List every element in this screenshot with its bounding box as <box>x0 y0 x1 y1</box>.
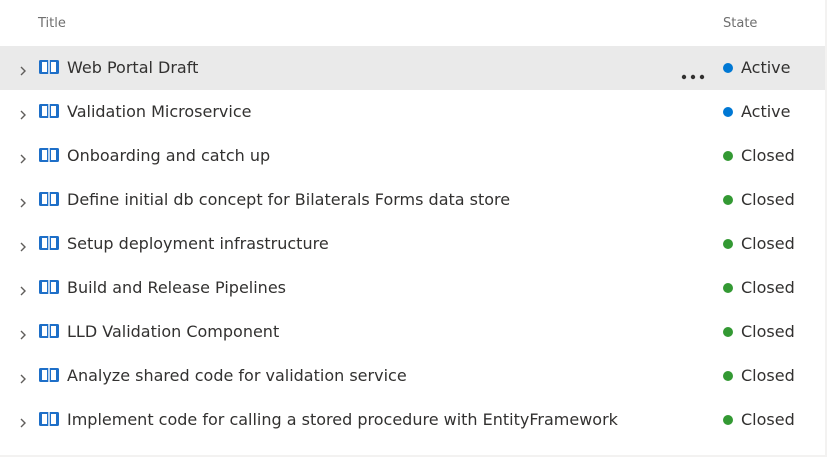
work-item-state: Closed <box>741 366 795 385</box>
status-dot-icon <box>723 151 733 161</box>
book-icon <box>38 410 60 428</box>
work-item-state: Active <box>741 102 791 121</box>
column-header-title[interactable]: Title <box>38 16 66 31</box>
more-options-icon[interactable] <box>681 65 705 80</box>
book-icon <box>38 234 60 252</box>
chevron-right-icon[interactable] <box>18 106 28 120</box>
book-icon <box>38 102 60 120</box>
book-icon <box>38 322 60 340</box>
book-icon <box>38 58 60 76</box>
work-item-title[interactable]: Web Portal Draft <box>67 58 198 77</box>
status-dot-icon <box>723 327 733 337</box>
chevron-right-icon[interactable] <box>18 62 28 76</box>
work-item-row[interactable]: Define initial db concept for Bilaterals… <box>0 178 825 222</box>
book-icon <box>38 146 60 164</box>
status-dot-icon <box>723 283 733 293</box>
work-item-title[interactable]: Onboarding and catch up <box>67 146 270 165</box>
chevron-right-icon[interactable] <box>18 326 28 340</box>
status-dot-icon <box>723 195 733 205</box>
work-item-row[interactable]: Implement code for calling a stored proc… <box>0 398 825 442</box>
status-dot-icon <box>723 415 733 425</box>
work-item-state: Closed <box>741 190 795 209</box>
work-item-row[interactable]: Web Portal Draft Active <box>0 46 825 90</box>
work-item-state: Closed <box>741 322 795 341</box>
chevron-right-icon[interactable] <box>18 194 28 208</box>
work-item-title[interactable]: LLD Validation Component <box>67 322 279 341</box>
work-item-state: Closed <box>741 278 795 297</box>
work-item-state: Active <box>741 58 791 77</box>
work-item-row[interactable]: Onboarding and catch up Closed <box>0 134 825 178</box>
work-item-row[interactable]: Build and Release Pipelines Closed <box>0 266 825 310</box>
list-header: Title State <box>0 0 825 46</box>
work-item-row[interactable]: LLD Validation Component Closed <box>0 310 825 354</box>
status-dot-icon <box>723 371 733 381</box>
book-icon <box>38 278 60 296</box>
status-dot-icon <box>723 107 733 117</box>
column-header-state[interactable]: State <box>723 16 757 31</box>
chevron-right-icon[interactable] <box>18 370 28 384</box>
work-item-title[interactable]: Setup deployment infrastructure <box>67 234 329 253</box>
work-item-row[interactable]: Validation Microservice Active <box>0 90 825 134</box>
book-icon <box>38 190 60 208</box>
work-item-row[interactable]: Setup deployment infrastructure Closed <box>0 222 825 266</box>
status-dot-icon <box>723 63 733 73</box>
work-item-title[interactable]: Implement code for calling a stored proc… <box>67 410 618 429</box>
chevron-right-icon[interactable] <box>18 150 28 164</box>
work-item-title[interactable]: Define initial db concept for Bilaterals… <box>67 190 510 209</box>
work-item-title[interactable]: Analyze shared code for validation servi… <box>67 366 407 385</box>
work-items-list: Title State Web Portal Draft Active Valida… <box>0 0 827 457</box>
work-item-rows: Web Portal Draft Active Validation Microse… <box>0 46 825 442</box>
work-item-row[interactable]: Analyze shared code for validation servi… <box>0 354 825 398</box>
book-icon <box>38 366 60 384</box>
status-dot-icon <box>723 239 733 249</box>
work-item-title[interactable]: Build and Release Pipelines <box>67 278 286 297</box>
work-item-state: Closed <box>741 410 795 429</box>
chevron-right-icon[interactable] <box>18 282 28 296</box>
chevron-right-icon[interactable] <box>18 238 28 252</box>
work-item-state: Closed <box>741 146 795 165</box>
chevron-right-icon[interactable] <box>18 414 28 428</box>
work-item-state: Closed <box>741 234 795 253</box>
work-item-title[interactable]: Validation Microservice <box>67 102 251 121</box>
